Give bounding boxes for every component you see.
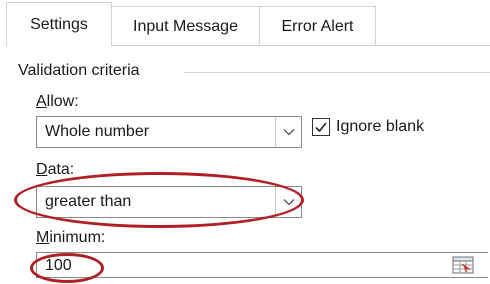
allow-label: Allow: (36, 92, 79, 112)
minimum-label-text: inimum: (49, 229, 106, 246)
data-select-value: greater than (45, 193, 132, 210)
data-label: Data: (36, 160, 74, 180)
ignore-blank-checkbox[interactable] (312, 118, 330, 136)
minimum-label: Minimum: (36, 228, 105, 248)
ignore-blank-label-pre: Ignore (336, 118, 386, 135)
tab-strip: Settings Input Message Error Alert (0, 0, 490, 46)
data-validation-dialog: Settings Input Message Error Alert Valid… (0, 0, 490, 284)
minimum-label-accesskey: M (36, 229, 50, 246)
allow-label-text: llow: (46, 93, 79, 110)
allow-select[interactable]: Whole number (36, 116, 302, 148)
data-dropdown-button[interactable] (275, 187, 301, 217)
validation-criteria-label: Validation criteria (18, 62, 140, 79)
allow-label-accesskey: A (36, 93, 47, 110)
ignore-blank-accesskey: b (385, 118, 395, 135)
ignore-blank-label-rest: lank (394, 118, 425, 135)
chevron-down-icon (283, 199, 294, 206)
minimum-input[interactable]: 100 (36, 252, 488, 278)
range-selector-icon (452, 256, 474, 274)
tab-error-alert[interactable]: Error Alert (260, 6, 376, 45)
data-select[interactable]: greater than (36, 186, 302, 218)
minimum-input-value: 100 (45, 257, 72, 274)
group-divider (184, 72, 490, 73)
data-label-accesskey: D (36, 161, 48, 178)
allow-dropdown-button[interactable] (275, 117, 301, 147)
range-selector-button[interactable] (452, 256, 474, 274)
checkmark-icon (315, 122, 327, 133)
data-label-text: ata: (47, 161, 75, 178)
chevron-down-icon (283, 129, 294, 136)
tab-input-message[interactable]: Input Message (112, 6, 260, 45)
tab-settings[interactable]: Settings (6, 2, 112, 46)
allow-select-value: Whole number (45, 123, 150, 140)
ignore-blank-label[interactable]: Ignore blank (336, 117, 424, 137)
